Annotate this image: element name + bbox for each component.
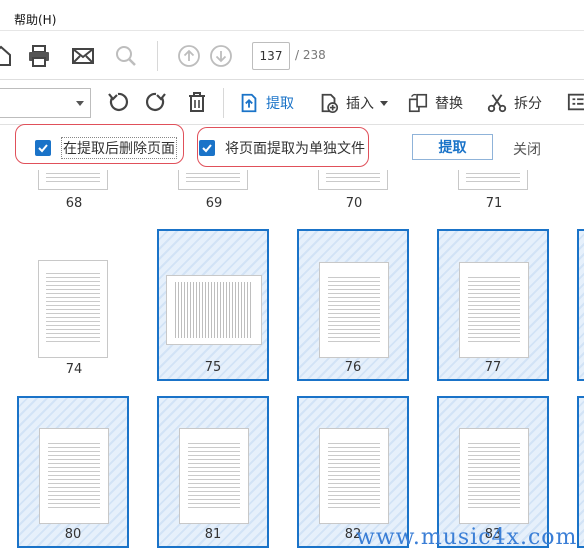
page-total: / 238 <box>295 48 326 62</box>
page-thumbnail-selected[interactable]: 80 <box>17 396 129 548</box>
page-thumbnail-grid[interactable]: 68 69 70 71 74 75 76 77 80 81 82 83 <box>0 170 584 549</box>
split-tool-label: 拆分 <box>514 96 542 112</box>
toolbar-divider <box>157 41 158 71</box>
page-thumbnail-selected[interactable]: 76 <box>297 229 409 381</box>
insert-tool-button[interactable]: 插入 <box>318 89 388 117</box>
page-preview <box>166 275 262 345</box>
page-preview <box>458 170 528 190</box>
replace-tool-button[interactable]: 替换 <box>407 89 463 117</box>
page-preview <box>319 428 389 524</box>
arrow-up-icon[interactable] <box>176 43 202 69</box>
trash-icon[interactable] <box>185 90 209 114</box>
extract-separate-checkbox[interactable] <box>199 140 215 156</box>
extract-tool-button[interactable]: 提取 <box>238 89 294 117</box>
delete-after-extract-checkbox[interactable] <box>35 140 51 156</box>
extract-separate-option[interactable]: 将页面提取为单独文件 <box>199 136 365 160</box>
page-preview <box>319 262 389 358</box>
page-preview <box>39 428 109 524</box>
extract-icon <box>241 93 257 113</box>
page-thumbnail-selected[interactable]: 75 <box>157 229 269 381</box>
extract-options-bar: 在提取后删除页面 将页面提取为单独文件 提取 关闭 <box>0 124 584 170</box>
page-number: 81 <box>204 527 222 542</box>
page-thumbnail-selected[interactable] <box>577 396 584 548</box>
chevron-down-icon <box>76 101 84 106</box>
page-number: 80 <box>64 527 82 542</box>
print-icon[interactable] <box>26 43 52 69</box>
menu-help[interactable]: 帮助(H) <box>14 11 56 28</box>
page-number: 77 <box>484 360 502 375</box>
page-number: 76 <box>344 360 362 375</box>
page-thumbnail-selected[interactable]: 77 <box>437 229 549 381</box>
page-number: 71 <box>485 196 503 211</box>
page-number: 74 <box>65 362 83 377</box>
page-preview <box>459 262 529 358</box>
page-thumbnail-selected[interactable] <box>577 229 584 381</box>
split-tool-button[interactable]: 拆分 <box>486 89 542 117</box>
extract-separate-label: 将页面提取为单独文件 <box>225 141 365 157</box>
undo-icon[interactable] <box>106 90 130 114</box>
insert-tool-label: 插入 <box>346 96 374 112</box>
toolbar-divider <box>223 88 224 118</box>
main-toolbar: 137 / 238 <box>0 30 584 80</box>
extract-button[interactable]: 提取 <box>412 134 493 160</box>
organize-toolbar: 提取 插入 替换 拆分 <box>0 81 584 125</box>
page-preview <box>38 260 108 358</box>
menu-bar: 帮助(H) <box>0 0 584 30</box>
page-number: 75 <box>204 360 222 375</box>
close-button[interactable]: 关闭 <box>513 139 541 159</box>
page-labels-icon[interactable] <box>566 90 584 114</box>
watermark: www.music4x.com <box>356 525 578 549</box>
page-preview <box>459 428 529 524</box>
scissors-icon <box>487 94 507 113</box>
redo-icon[interactable] <box>144 90 168 114</box>
replace-page-icon <box>408 93 428 113</box>
search-icon[interactable] <box>113 43 139 69</box>
insert-page-icon <box>321 93 339 113</box>
arrow-down-icon[interactable] <box>208 43 234 69</box>
page-preview <box>318 170 388 190</box>
extract-tool-label: 提取 <box>266 96 294 112</box>
home-icon[interactable] <box>0 43 14 69</box>
checkmark-icon <box>38 144 48 153</box>
delete-after-extract-label: 在提取后删除页面 <box>61 137 177 159</box>
page-number: 68 <box>65 196 83 211</box>
page-range-dropdown[interactable] <box>0 88 91 118</box>
chevron-down-icon <box>380 100 388 106</box>
page-preview <box>178 170 248 190</box>
page-number: 70 <box>345 196 363 211</box>
page-number-input[interactable]: 137 <box>252 42 290 70</box>
delete-after-extract-option[interactable]: 在提取后删除页面 <box>35 136 177 160</box>
page-preview <box>38 170 108 190</box>
checkmark-icon <box>202 144 212 153</box>
page-number: 69 <box>205 196 223 211</box>
mail-icon[interactable] <box>70 43 96 69</box>
replace-tool-label: 替换 <box>435 96 463 112</box>
page-preview <box>179 428 249 524</box>
page-thumbnail-selected[interactable]: 81 <box>157 396 269 548</box>
